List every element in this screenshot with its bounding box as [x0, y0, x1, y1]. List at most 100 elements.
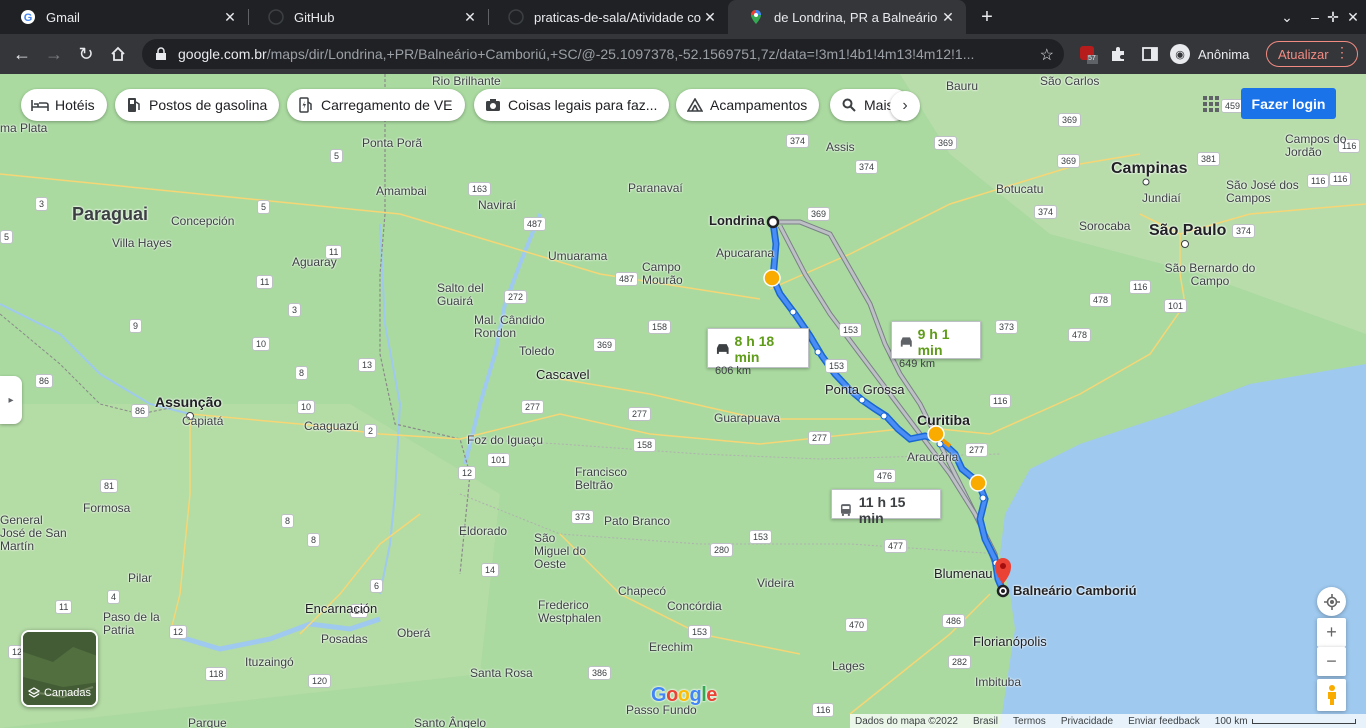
city-label: Caaguazú — [304, 419, 359, 433]
zoom-out-button[interactable]: − — [1317, 647, 1346, 676]
road-shield: 277 — [521, 400, 545, 414]
tab-github[interactable]: GitHub ✕ — [248, 0, 488, 34]
feedback-link[interactable]: Enviar feedback — [1128, 716, 1200, 727]
puzzle-icon[interactable] — [1108, 44, 1128, 64]
road-shield: 10 — [252, 337, 271, 351]
city-label: Eldorado — [459, 524, 508, 538]
city-label: Encarnación — [305, 601, 378, 616]
lock-icon — [154, 47, 168, 61]
close-window-icon[interactable]: ✕ — [1342, 6, 1364, 28]
tab-maps[interactable]: de Londrina, PR a Balneário C ✕ — [728, 0, 966, 34]
road-shield: 277 — [808, 431, 832, 445]
terms-link[interactable]: Termos — [1013, 716, 1046, 727]
road-shield: 11 — [256, 275, 274, 289]
forward-icon[interactable]: → — [42, 42, 66, 66]
chip-hotels[interactable]: Hotéis — [21, 89, 107, 121]
city-label: São José dos Campos — [1226, 178, 1299, 205]
profile-button[interactable]: ◉ Anônima — [1170, 41, 1249, 67]
chip-ev[interactable]: Carregamento de VE — [287, 89, 465, 121]
url-text: google.com.br/maps/dir/Londrina,+PR/Baln… — [178, 46, 1028, 62]
city-label: Jundiaí — [1142, 191, 1181, 205]
expand-panel-icon[interactable]: ▸ — [0, 376, 22, 424]
chip-things-to-do[interactable]: Coisas legais para faz... — [474, 89, 670, 121]
road-shield: 13 — [358, 358, 377, 372]
close-icon[interactable]: ✕ — [462, 9, 478, 25]
chip-camping[interactable]: Acampamentos — [676, 89, 820, 121]
road-shield: 369 — [1057, 154, 1081, 168]
city-label: Guarapuava — [714, 411, 781, 425]
route-callout-alt[interactable]: 9 h 1 min 649 km — [891, 321, 981, 370]
city-label: Assunção — [155, 394, 222, 410]
chip-label: Carregamento de VE — [321, 97, 453, 113]
zoom-in-button[interactable]: + — [1317, 618, 1346, 647]
close-icon[interactable]: ✕ — [222, 9, 238, 25]
road-shield: 470 — [845, 618, 869, 632]
tab-search-icon[interactable]: ⌄ — [1276, 6, 1298, 28]
road-shield: 120 — [308, 674, 332, 688]
road-shield: 478 — [1089, 293, 1113, 307]
github-icon — [508, 9, 524, 25]
road-shield: 163 — [468, 182, 492, 196]
road-shield: 374 — [786, 134, 810, 148]
city-label: São Carlos — [1040, 74, 1100, 88]
extension-icon[interactable]: 57 — [1078, 44, 1098, 64]
url-host: google.com.br — [178, 46, 267, 62]
city-label: Londrina — [709, 213, 765, 228]
maximize-icon[interactable]: ✛ — [1322, 6, 1344, 28]
road-shield: 9 — [129, 319, 143, 333]
tab-praticas[interactable]: praticas-de-sala/Atividade co ✕ — [488, 0, 728, 34]
close-icon[interactable]: ✕ — [940, 9, 956, 25]
pegman-icon[interactable] — [1317, 679, 1346, 711]
apps-grid-icon[interactable] — [1202, 95, 1220, 113]
side-panel-icon[interactable] — [1140, 44, 1160, 64]
map-canvas[interactable]: 374 369 369 374 369 374 5 163 487 487 27… — [0, 74, 1366, 728]
city-label: Foz do Iguaçu — [467, 433, 544, 447]
city-label: Santa Rosa — [470, 666, 533, 680]
address-bar[interactable]: google.com.br/maps/dir/Londrina,+PR/Baln… — [142, 39, 1064, 69]
route-callout-primary[interactable]: 8 h 18 min 606 km — [707, 328, 809, 377]
tab-bar: G Gmail ✕ GitHub ✕ praticas-de-sala/Ativ… — [0, 0, 1366, 34]
home-icon[interactable] — [106, 42, 130, 66]
tab-title: GitHub — [294, 9, 335, 25]
car-icon — [900, 337, 912, 347]
city-label: Capiatá — [182, 414, 224, 428]
update-button[interactable]: Atualizar ⋮ — [1266, 41, 1358, 67]
road-shield: 86 — [131, 404, 150, 418]
road-shield: 486 — [942, 614, 966, 628]
new-tab-button[interactable]: + — [976, 6, 998, 28]
update-label: Atualizar — [1278, 46, 1329, 62]
road-shield: 477 — [884, 539, 908, 553]
bookmark-star-icon[interactable]: ☆ — [1040, 45, 1054, 65]
road-shield: 153 — [749, 530, 773, 544]
tab-gmail[interactable]: G Gmail ✕ — [0, 0, 248, 34]
reload-icon[interactable]: ↻ — [74, 42, 98, 66]
maps-pin-icon — [748, 9, 764, 25]
road-shield: 386 — [588, 666, 612, 680]
tab-title: de Londrina, PR a Balneário C — [774, 9, 940, 25]
back-icon[interactable]: ← — [10, 42, 34, 66]
city-label: Lages — [832, 659, 865, 673]
road-shield: 153 — [688, 625, 712, 639]
road-shield: 81 — [100, 479, 119, 493]
city-label: Paranavaí — [628, 181, 683, 195]
road-shield: 153 — [839, 323, 863, 337]
my-location-icon[interactable] — [1317, 587, 1346, 616]
road-shield: 369 — [1058, 113, 1082, 127]
city-label: Campos do Jordão — [1285, 132, 1347, 159]
chevron-right-icon[interactable]: › — [890, 91, 920, 121]
route-callout-transit[interactable]: 11 h 15 min — [831, 489, 941, 526]
road-shield: 11 — [55, 600, 73, 614]
chip-gas[interactable]: Postos de gasolina — [115, 89, 280, 121]
country-link[interactable]: Brasil — [973, 716, 998, 727]
road-shield: 373 — [995, 320, 1019, 334]
road-shield: 158 — [648, 320, 672, 334]
close-icon[interactable]: ✕ — [702, 9, 718, 25]
svg-text:G: G — [24, 12, 33, 24]
tab-title: praticas-de-sala/Atividade co — [534, 9, 701, 25]
sign-in-button[interactable]: Fazer login — [1241, 88, 1336, 119]
road-shield: 116 — [1129, 280, 1152, 294]
road-shield: 6 — [370, 579, 384, 593]
layers-button[interactable]: Camadas — [21, 630, 98, 707]
privacy-link[interactable]: Privacidade — [1061, 716, 1113, 727]
scale-label[interactable]: 100 km — [1215, 716, 1248, 727]
